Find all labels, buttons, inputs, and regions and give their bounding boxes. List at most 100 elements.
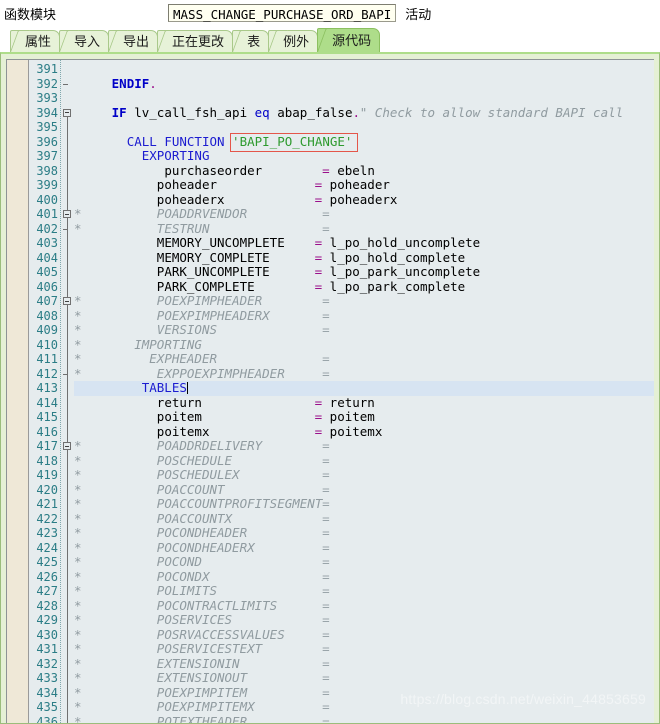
code-line[interactable]: ENDIF. — [74, 75, 654, 92]
code-line[interactable]: * POACCOUNT = — [74, 482, 654, 498]
fold-cell — [61, 381, 74, 396]
fold-collapse-icon[interactable] — [63, 108, 71, 117]
parameter-assignment: = ebeln — [322, 162, 375, 178]
code-line[interactable]: * POSERVICES = — [74, 612, 654, 628]
tab-6[interactable]: 源代码 — [317, 28, 381, 52]
code-text-area[interactable]: https://blog.csdn.net/weixin_44853659 EN… — [74, 60, 654, 723]
code-line-selected[interactable]: TABLES — [74, 380, 654, 396]
code-line[interactable]: * EXPPOEXPIMPHEADER = — [74, 365, 654, 382]
comment-marker: * — [74, 351, 82, 366]
code-line[interactable]: * POADDRDELIVERY = — [74, 438, 654, 454]
code-line[interactable]: * POCONDHEADERX = — [74, 540, 654, 556]
code-token: PARK_UNCOMPLETE — [156, 264, 270, 279]
code-line[interactable]: * VERSIONS = — [74, 322, 654, 338]
code-token: VERSIONS — [156, 322, 218, 337]
code-line[interactable]: IF lv_call_fsh_api eq abap_false. " Check… — [74, 104, 654, 121]
code-line[interactable]: * POEXPIMPHEADERX = — [74, 308, 654, 324]
code-line[interactable]: * POCONTRACTLIMITS = — [74, 598, 654, 614]
code-line[interactable]: * POCOND = — [74, 554, 654, 570]
code-token: EXTENSIONOUT — [156, 670, 248, 685]
code-line[interactable]: * POEXPIMPITEM = — [74, 685, 654, 701]
code-line[interactable]: purchaseorder = ebeln — [74, 162, 654, 179]
tab-5[interactable]: 例外 — [268, 30, 319, 52]
code-line[interactable]: * EXPHEADER = — [74, 351, 654, 367]
code-line[interactable]: EXPORTING — [74, 148, 654, 164]
code-line[interactable]: poitem = poitem — [74, 409, 654, 425]
line-number: 429 — [36, 613, 58, 627]
fold-collapse-icon[interactable] — [63, 297, 71, 305]
code-line[interactable]: MEMORY_COMPLETE = l_po_hold_complete — [74, 249, 654, 266]
tab-0[interactable]: 属性 — [10, 30, 61, 52]
code-line[interactable]: PARK_COMPLETE = l_po_park_complete — [74, 278, 654, 295]
parameter-assignment: = poitemx — [314, 423, 383, 439]
code-line[interactable]: * POTEXTHEADER = — [74, 713, 654, 723]
line-number: 417 — [36, 439, 58, 453]
comment-marker: * — [74, 641, 82, 656]
line-number: 435 — [36, 700, 58, 714]
code-line[interactable]: * POACCOUNTX = — [74, 511, 654, 527]
parameter-assignment: = l_po_park_complete — [314, 278, 466, 294]
line-number: 392 — [36, 76, 58, 91]
code-line[interactable]: poheaderx = poheaderx — [74, 192, 654, 208]
parameter-assignment: = — [322, 365, 330, 381]
code-token: POTEXTHEADER — [156, 713, 248, 723]
code-folding-column[interactable] — [61, 60, 74, 723]
fold-cell[interactable] — [61, 439, 74, 454]
code-line[interactable]: * POEXPIMPHEADER = — [74, 293, 654, 309]
code-line[interactable]: * POCONDHEADER = — [74, 525, 654, 541]
line-number: 420 — [36, 482, 58, 497]
code-line[interactable]: * POCONDX = — [74, 569, 654, 585]
fold-cell — [61, 599, 74, 614]
fold-cell[interactable] — [61, 294, 74, 309]
code-line[interactable]: * POACCOUNTPROFITSEGMENT = — [74, 496, 654, 512]
fold-collapse-icon[interactable] — [63, 210, 71, 218]
fold-cell[interactable] — [61, 207, 74, 222]
parameter-assignment: = — [322, 438, 330, 453]
code-line[interactable]: * POSERVICESTEXT = — [74, 641, 654, 657]
code-line[interactable]: PARK_UNCOMPLETE = l_po_park_uncomplete — [74, 264, 654, 280]
code-line[interactable]: poheader = poheader — [74, 177, 654, 193]
tab-1[interactable]: 导入 — [59, 30, 110, 52]
fold-cell — [61, 265, 74, 280]
code-line[interactable]: CALL FUNCTION 'BAPI_PO_CHANGE' — [74, 134, 654, 150]
tab-4[interactable]: 表 — [232, 30, 270, 52]
code-line[interactable]: * TESTRUN = — [74, 221, 654, 237]
code-token: ENDIF — [111, 75, 150, 91]
breakpoint-margin[interactable] — [7, 60, 29, 723]
parameter-assignment: = poitem — [314, 409, 375, 424]
code-token: lv_call_fsh_api — [134, 104, 255, 120]
parameter-assignment: = l_po_park_uncomplete — [314, 264, 481, 279]
code-line[interactable]: * POSRVACCESSVALUES = — [74, 627, 654, 643]
code-line[interactable]: * IMPORTING — [74, 337, 654, 353]
fold-cell[interactable] — [61, 106, 74, 121]
line-number-gutter: 391 392 393 394 395 396 397 398 399 400 401 402 403 4… — [29, 60, 61, 723]
code-line[interactable] — [74, 62, 654, 77]
line-number: 412 — [36, 366, 58, 381]
line-number: 405 — [36, 265, 58, 279]
code-line[interactable] — [74, 91, 654, 106]
code-line[interactable] — [74, 120, 654, 135]
code-editor[interactable]: 391 392 393 394 395 396 397 398 399 400 401 402 403 4… — [6, 59, 654, 723]
code-line[interactable]: return = return — [74, 395, 654, 411]
line-number: 431 — [36, 642, 58, 656]
tab-3[interactable]: 正在更改 — [157, 30, 234, 52]
code-line[interactable]: * POSCHEDULEX = — [74, 467, 654, 483]
code-line[interactable]: * POADDRVENDOR = — [74, 206, 654, 222]
code-line[interactable]: * POLIMITS = — [74, 583, 654, 599]
fold-collapse-icon[interactable] — [63, 442, 71, 450]
code-line[interactable]: * POSCHEDULE = — [74, 453, 654, 469]
code-line[interactable]: * EXTENSIONIN = — [74, 655, 654, 672]
code-line[interactable]: * POEXPIMPITEMX = — [74, 699, 654, 715]
comment-marker: * — [74, 655, 82, 671]
fold-cell — [61, 367, 74, 382]
code-line[interactable]: poitemx = poitemx — [74, 423, 654, 440]
code-line[interactable]: * EXTENSIONOUT = — [74, 670, 654, 686]
parameter-assignment: = l_po_hold_complete — [314, 249, 466, 265]
code-line[interactable]: MEMORY_UNCOMPLETE = l_po_hold_uncomplete — [74, 235, 654, 251]
function-module-name-input[interactable]: MASS_CHANGE_PURCHASE_ORD_BAPI — [168, 4, 397, 22]
comment-marker: * — [74, 365, 82, 381]
parameter-assignment: = l_po_hold_uncomplete — [314, 235, 481, 250]
fold-end-icon — [63, 228, 68, 230]
fold-cell — [61, 91, 74, 106]
tab-2[interactable]: 导出 — [108, 30, 159, 52]
